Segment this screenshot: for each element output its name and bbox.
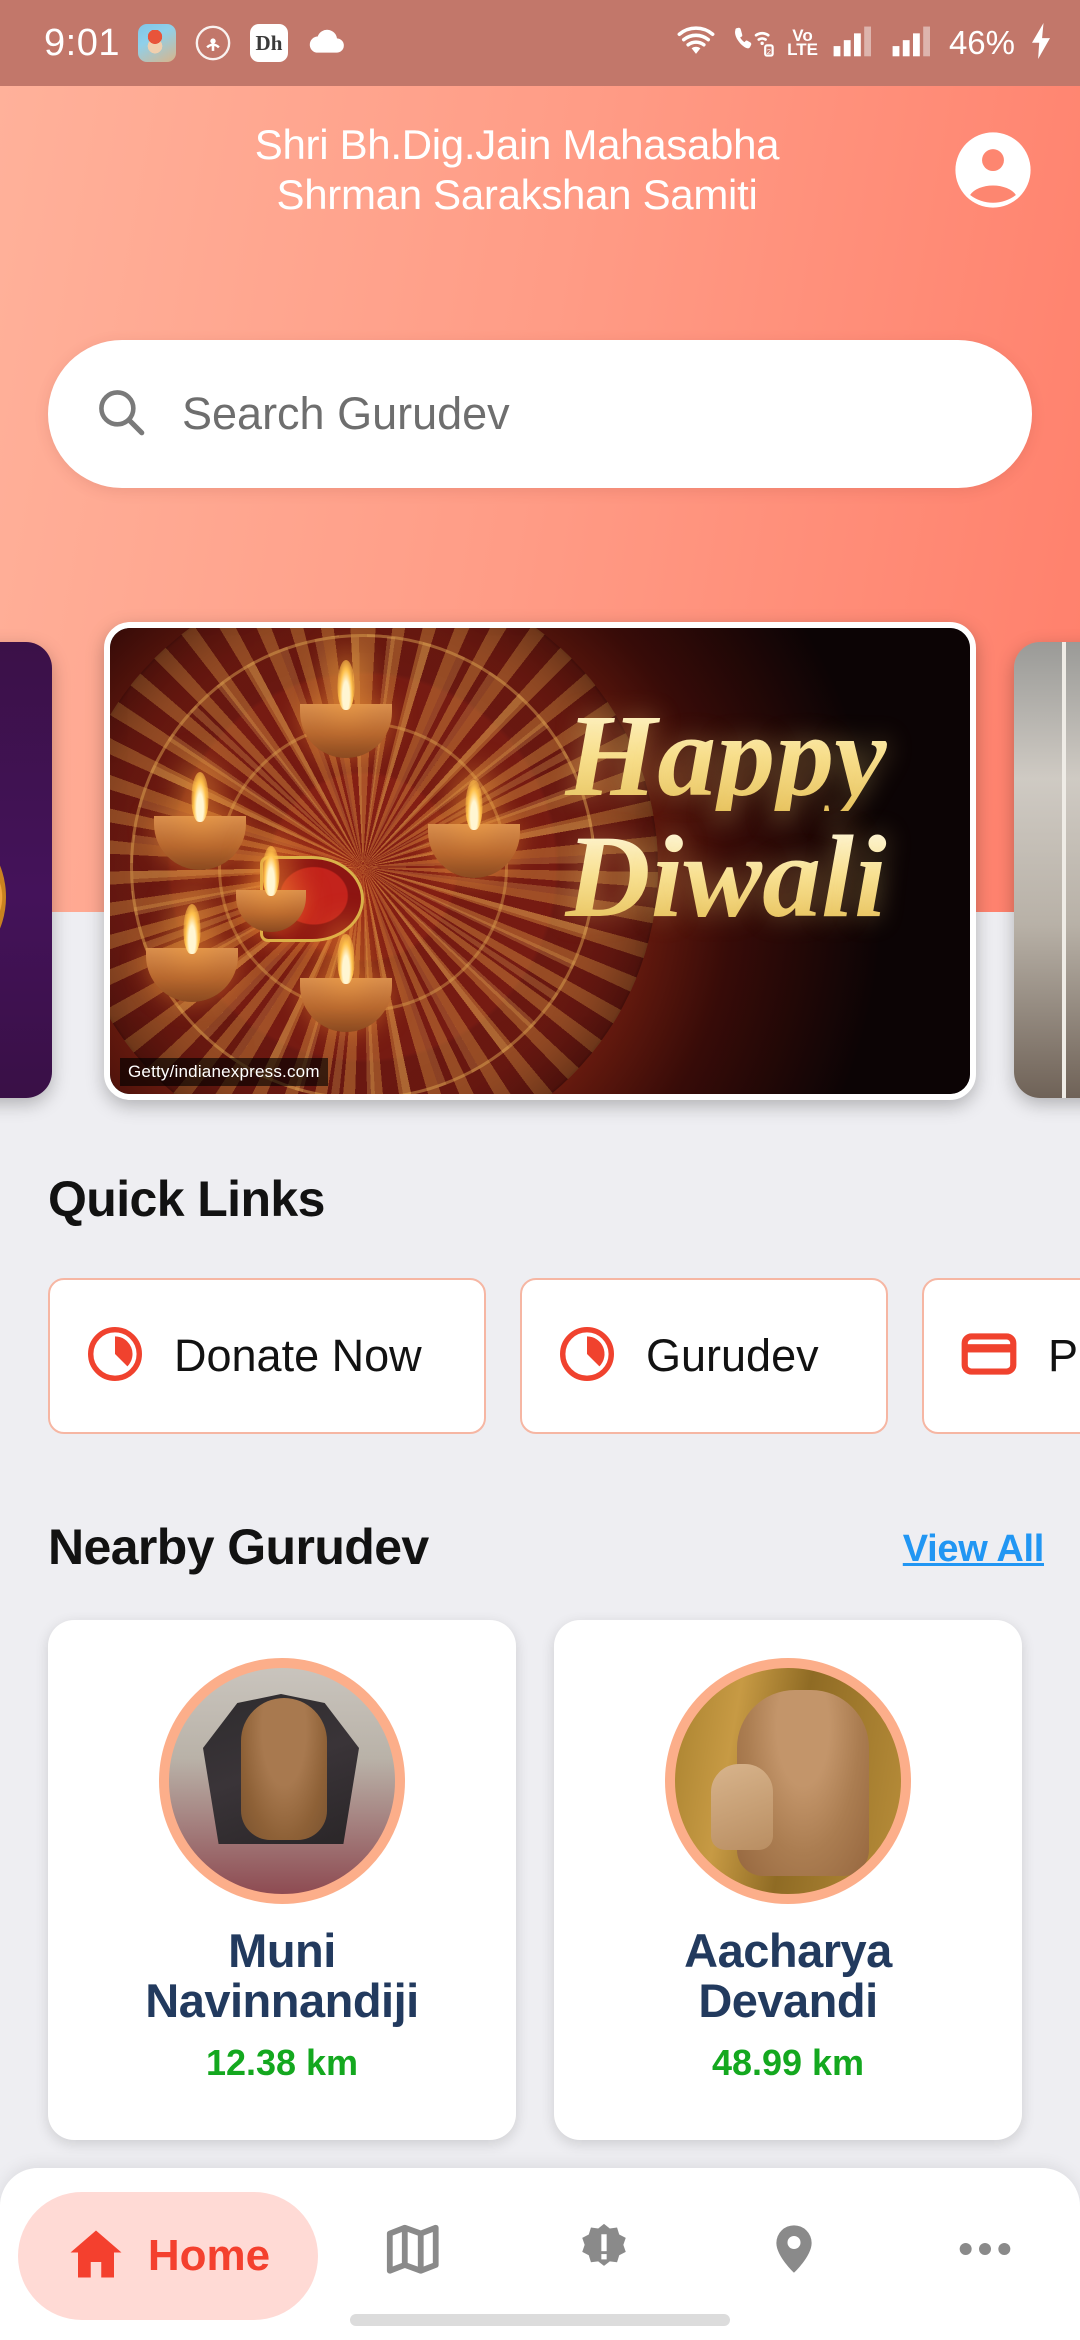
gurudev-name: Aacharya Devandi [684, 1926, 892, 2026]
gurudev-distance: 48.99 km [711, 2041, 865, 2083]
donate-pie-icon [84, 1323, 146, 1390]
page-title-line2: Shrman Sarakshan Samiti [276, 170, 758, 218]
map-icon [384, 2220, 442, 2283]
nav-item-map[interactable] [318, 2192, 509, 2310]
nav-item-home[interactable]: Home [18, 2192, 318, 2320]
dh-app-icon: Dh [249, 24, 288, 62]
header-top-row: Shri Bh.Dig.Jain Mahasabha Shrman Saraks… [0, 86, 1080, 219]
quick-links-row[interactable]: Donate Now Gurudev P [48, 1278, 1080, 1434]
gurudev-distance: 12.38 km [205, 2041, 359, 2083]
broadcast-icon [194, 24, 232, 62]
search-input[interactable]: Search Gurudev [48, 340, 1032, 488]
alert-badge-icon [575, 2220, 633, 2283]
account-circle-icon [952, 129, 1034, 211]
volte-icon: Vo LTE [787, 26, 818, 59]
gurudev-name-line1: Muni [228, 1924, 336, 1977]
status-bar: 9:01 Dh 2 Vo LTE 46% [0, 0, 1080, 86]
nav-item-home-label: Home [147, 2231, 271, 2280]
gurudev-name: Muni Navinnandiji [145, 1924, 419, 2027]
banner-headline-line2: Diwali [516, 817, 936, 935]
nearby-gurudev-row[interactable]: Muni Navinnandiji 12.38 km Aacharya Deva… [48, 1620, 1080, 2140]
search-bar[interactable]: Search Gurudev [48, 340, 1032, 488]
quick-link-label: Gurudev [646, 1330, 819, 1381]
home-icon [66, 2224, 126, 2289]
app-screen: 9:01 Dh 2 Vo LTE 46% Shri Bh.Dig.Jain Ma… [0, 0, 1080, 2340]
nearby-gurudev-heading: Nearby Gurudev [48, 1519, 429, 1575]
vowifi-call-icon: 2 [730, 24, 774, 63]
nav-item-more[interactable] [890, 2192, 1080, 2310]
page-title: Shri Bh.Dig.Jain Mahasabha Shrman Saraks… [44, 120, 950, 219]
quick-link-label: Donate Now [174, 1330, 422, 1381]
nav-item-alerts[interactable] [509, 2192, 700, 2310]
search-icon [92, 383, 150, 446]
bottom-navigation-bar[interactable]: Home [0, 2168, 1080, 2340]
svg-text:2: 2 [767, 46, 771, 55]
avatar [665, 1658, 911, 1904]
credit-card-icon [958, 1323, 1020, 1390]
game-app-icon [137, 24, 176, 62]
battery-percent-label: 46% [948, 24, 1015, 61]
status-bar-clock: 9:01 [44, 21, 120, 64]
more-horizontal-icon [956, 2236, 1014, 2267]
avatar [159, 1658, 405, 1904]
quick-link-payment[interactable]: P [922, 1278, 1080, 1434]
location-pin-icon [765, 2220, 823, 2283]
gurudev-name-line1: Aacharya [684, 1924, 892, 1977]
gurudev-card[interactable]: Aacharya Devandi 48.99 km [554, 1620, 1022, 2140]
gurudev-card[interactable]: Muni Navinnandiji 12.38 km [48, 1620, 516, 2140]
signal-sim2-icon [890, 24, 936, 63]
profile-button[interactable] [950, 127, 1036, 213]
banner-credit: Getty/indianexpress.com [120, 1058, 328, 1086]
signal-sim1-icon [831, 24, 877, 63]
view-all-link[interactable]: View All [903, 1528, 1045, 1571]
gurudev-name-line2: Navinnandiji [145, 1973, 419, 2027]
wifi-icon [675, 24, 717, 63]
banner-carousel[interactable]: Happy Diwali Getty/indianexpress.com [0, 622, 1080, 1100]
quick-links-heading: Quick Links [48, 1171, 325, 1227]
banner-headline-line1: Happy [516, 697, 936, 815]
banner-headline: Happy Diwali [516, 697, 936, 935]
status-bar-left: 9:01 Dh [44, 22, 346, 65]
charging-bolt-icon [1028, 22, 1054, 64]
gurudev-name-line2: Devandi [698, 1973, 878, 2027]
quick-link-label: P [1048, 1330, 1079, 1381]
quick-link-gurudev[interactable]: Gurudev [520, 1278, 888, 1434]
nav-item-location[interactable] [699, 2192, 890, 2310]
carousel-slide-previous[interactable] [0, 642, 52, 1098]
quick-link-donate-now[interactable]: Donate Now [48, 1278, 486, 1434]
carousel-slide-next[interactable] [1014, 642, 1080, 1098]
carousel-slide-active[interactable]: Happy Diwali Getty/indianexpress.com [104, 622, 976, 1100]
donate-pie-icon [556, 1323, 618, 1390]
gesture-home-indicator[interactable] [350, 2314, 730, 2326]
status-bar-right: 2 Vo LTE 46% [675, 22, 1054, 64]
diwali-banner-image: Happy Diwali Getty/indianexpress.com [110, 628, 970, 1094]
search-placeholder: Search Gurudev [182, 388, 510, 439]
page-title-line1: Shri Bh.Dig.Jain Mahasabha [254, 121, 780, 168]
cloud-icon [306, 26, 346, 61]
